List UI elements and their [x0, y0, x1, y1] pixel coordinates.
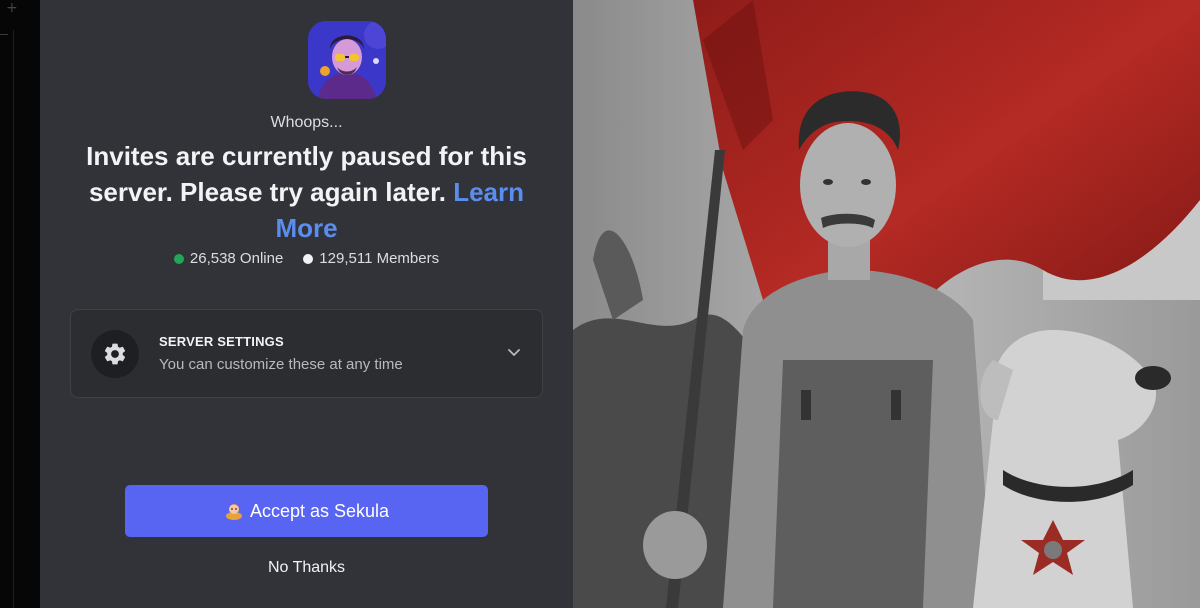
- online-count-label: 26,538 Online: [189, 250, 284, 267]
- window-edge: +: [0, 0, 40, 608]
- member-counts: 26,538 Online 129,511 Members: [40, 250, 573, 267]
- no-thanks-button[interactable]: No Thanks: [40, 559, 573, 577]
- invite-paused-message: Invites are currently paused for this se…: [70, 138, 543, 246]
- divider: [13, 30, 14, 608]
- settings-title: SERVER SETTINGS: [159, 334, 284, 349]
- member-count: 129,511 Members: [303, 250, 439, 267]
- server-settings-panel[interactable]: SERVER SETTINGS You can customize these …: [70, 309, 543, 398]
- server-icon: [308, 21, 386, 99]
- gear-icon: [91, 330, 139, 378]
- online-dot-icon: [173, 253, 184, 264]
- divider: [0, 34, 8, 35]
- settings-subtitle: You can customize these at any time: [159, 356, 403, 373]
- invite-card: Whoops... Invites are currently paused f…: [40, 0, 573, 608]
- accept-label: Accept as Sekula: [249, 500, 390, 521]
- plus-icon: +: [6, 0, 18, 16]
- member-dot-icon: [303, 253, 314, 264]
- online-count: 26,538 Online: [173, 250, 284, 267]
- member-count-label: 129,511 Members: [319, 250, 440, 267]
- accept-invite-button[interactable]: Accept as Sekula: [125, 485, 488, 537]
- splash-artwork: [573, 0, 1200, 608]
- chevron-down-icon[interactable]: [506, 344, 522, 360]
- whoops-label: Whoops...: [270, 114, 343, 131]
- user-emoji-icon: [225, 504, 242, 520]
